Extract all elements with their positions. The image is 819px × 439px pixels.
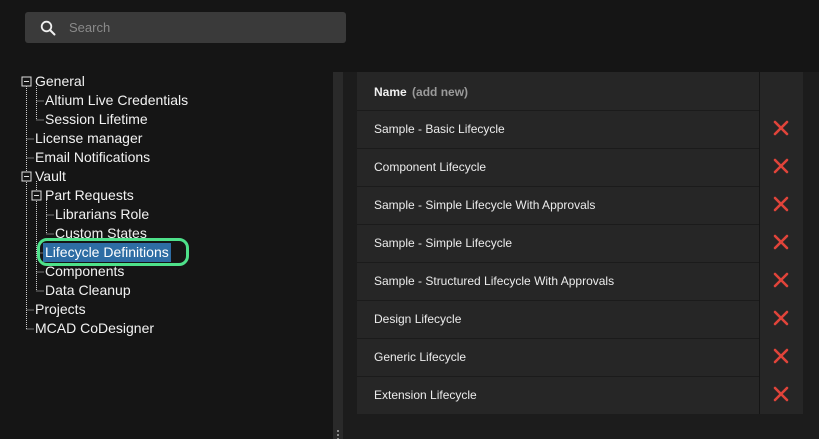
tree-connector-lines — [21, 76, 54, 330]
lifecycle-row-name[interactable]: Generic Lifecycle — [374, 350, 466, 364]
lifecycle-row-name[interactable]: Sample - Structured Lifecycle With Appro… — [374, 274, 614, 288]
lifecycle-row-name[interactable]: Extension Lifecycle — [374, 388, 477, 402]
delete-row-close-icon[interactable] — [773, 196, 789, 212]
delete-row-close-icon[interactable] — [773, 234, 789, 250]
tree-item-vault[interactable]: Vault — [35, 167, 66, 186]
tree-item-data-cleanup[interactable]: Data Cleanup — [45, 281, 131, 300]
row-separator — [357, 262, 759, 263]
delete-row-close-icon[interactable] — [773, 120, 789, 136]
row-separator — [357, 338, 759, 339]
column-divider — [759, 72, 760, 414]
table-header-name: Name (add new) — [374, 85, 468, 99]
tree-item-altium-live-credentials[interactable]: Altium Live Credentials — [45, 91, 188, 110]
lifecycle-row-name[interactable]: Component Lifecycle — [374, 160, 486, 174]
delete-row-close-icon[interactable] — [773, 348, 789, 364]
splitter-grip-icon — [337, 430, 339, 439]
tree-item-license-manager[interactable]: License manager — [35, 129, 142, 148]
delete-row-close-icon[interactable] — [773, 158, 789, 174]
delete-row-close-icon[interactable] — [773, 310, 789, 326]
row-separator — [357, 376, 759, 377]
tree-item-email-notifications[interactable]: Email Notifications — [35, 148, 150, 167]
lifecycle-row-name[interactable]: Sample - Basic Lifecycle — [374, 122, 505, 136]
tree-item-librarians-role[interactable]: Librarians Role — [55, 205, 149, 224]
header-name-label: Name — [374, 85, 407, 99]
tree-item-session-lifetime[interactable]: Session Lifetime — [45, 110, 148, 129]
row-separator — [357, 300, 759, 301]
tree-item-mcad-codesigner[interactable]: MCAD CoDesigner — [35, 319, 154, 338]
tree-item-part-requests[interactable]: Part Requests — [45, 186, 134, 205]
row-separator — [357, 186, 759, 187]
lifecycle-row-name[interactable]: Sample - Simple Lifecycle With Approvals — [374, 198, 595, 212]
tree-item-custom-states[interactable]: Custom States — [55, 224, 147, 243]
lifecycle-row-name[interactable]: Sample - Simple Lifecycle — [374, 236, 512, 250]
tree-item-projects[interactable]: Projects — [35, 300, 86, 319]
panel-splitter[interactable] — [333, 72, 343, 439]
delete-row-close-icon[interactable] — [773, 386, 789, 402]
tree-item-lifecycle-definitions[interactable]: Lifecycle Definitions — [43, 243, 171, 262]
tree-item-general[interactable]: General — [35, 72, 85, 91]
row-separator — [357, 148, 759, 149]
delete-row-close-icon[interactable] — [773, 272, 789, 288]
settings-tree: General Altium Live Credentials Session … — [0, 0, 340, 439]
row-separator — [357, 224, 759, 225]
tree-item-components[interactable]: Components — [45, 262, 124, 281]
add-new-link[interactable]: (add new) — [412, 85, 468, 99]
lifecycle-row-name[interactable]: Design Lifecycle — [374, 312, 461, 326]
row-separator — [357, 110, 759, 111]
